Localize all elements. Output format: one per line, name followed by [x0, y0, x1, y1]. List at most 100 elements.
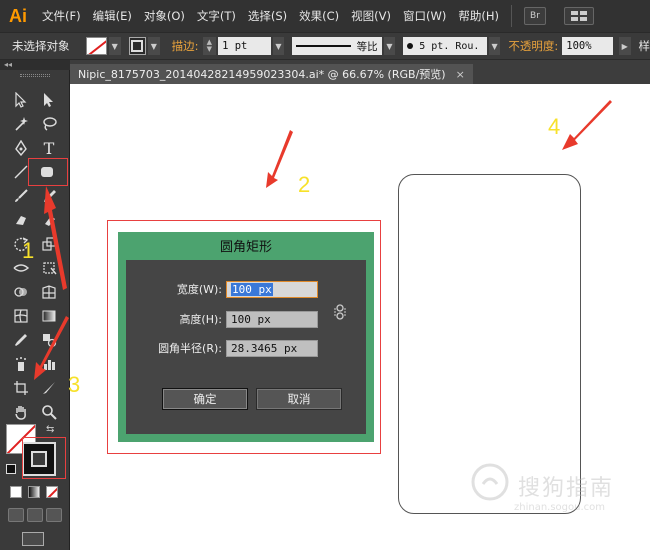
- stroke-weight-field[interactable]: 1 pt: [218, 37, 271, 55]
- color-mode-button[interactable]: [10, 486, 22, 498]
- perspective-grid-tool-icon[interactable]: [38, 282, 60, 302]
- line-style-label: 等比: [356, 40, 378, 53]
- menu-bar: Ai 文件(F) 编辑(E) 对象(O) 文字(T) 选择(S) 效果(C) 视…: [0, 0, 650, 32]
- style-label[interactable]: 样: [639, 38, 650, 54]
- bridge-button[interactable]: Br: [523, 7, 546, 25]
- brush-dot-icon: [407, 43, 414, 49]
- document-tab[interactable]: Nipic_8175703_20140428214959023304.ai* @…: [70, 64, 473, 84]
- opacity-label[interactable]: 不透明度:: [508, 38, 558, 54]
- step-number-2: 2: [298, 172, 311, 197]
- lasso-tool-icon[interactable]: [38, 114, 60, 134]
- step-number-1: 1: [22, 238, 35, 263]
- brush-definition[interactable]: 5 pt. Rou.: [403, 37, 487, 55]
- stroke-swatch[interactable]: [128, 37, 146, 55]
- rect-tool-highlight: [28, 158, 68, 186]
- swap-colors-icon[interactable]: ⇆: [46, 424, 58, 436]
- menu-help[interactable]: 帮助(H): [452, 8, 505, 24]
- eyedropper-tool-icon[interactable]: [10, 330, 32, 350]
- pencil-tool-icon[interactable]: [38, 186, 60, 206]
- fill-swatch[interactable]: [85, 37, 107, 55]
- default-colors-icon[interactable]: [6, 464, 16, 474]
- document-tab-bar: Nipic_8175703_20140428214959023304.ai* @…: [70, 60, 650, 84]
- sogou-logo-icon: [471, 463, 509, 501]
- menu-effect[interactable]: 效果(C): [293, 8, 345, 24]
- menu-separator: [510, 5, 512, 27]
- scale-tool-icon[interactable]: [38, 234, 60, 254]
- stroke-label[interactable]: 描边:: [172, 38, 199, 54]
- draw-normal-icon[interactable]: [8, 508, 24, 522]
- blend-tool-icon[interactable]: [38, 330, 60, 350]
- zoom-tool-icon[interactable]: [38, 402, 60, 422]
- watermark: 搜狗指南 zhinan.sogou.com: [470, 462, 650, 518]
- menu-file[interactable]: 文件(F): [36, 8, 87, 24]
- draw-behind-icon[interactable]: [27, 508, 43, 522]
- shape-builder-tool-icon[interactable]: [10, 282, 32, 302]
- height-label: 高度(H):: [179, 313, 222, 326]
- menu-type[interactable]: 文字(T): [191, 8, 242, 24]
- opacity-dropdown-icon[interactable]: ▶: [618, 37, 631, 55]
- artboard-canvas[interactable]: 圆角矩形 宽度(W): 100 px 高度(H): 100 px 圆角半径(R)…: [70, 84, 650, 550]
- menu-select[interactable]: 选择(S): [242, 8, 293, 24]
- variable-width-profile[interactable]: 等比: [292, 37, 382, 55]
- free-transform-tool-icon[interactable]: [38, 258, 60, 278]
- stroke-highlight: [22, 437, 66, 479]
- radius-label: 圆角半径(R):: [158, 342, 222, 355]
- tools-panel: ◂◂ T ⇆: [0, 60, 70, 550]
- rounded-rectangle-dialog: 圆角矩形 宽度(W): 100 px 高度(H): 100 px 圆角半径(R)…: [118, 232, 374, 442]
- direct-selection-tool-icon[interactable]: [38, 90, 60, 110]
- ok-button[interactable]: 确定: [162, 388, 248, 410]
- pen-tool-icon[interactable]: [10, 138, 32, 158]
- workspace-switcher-button[interactable]: [563, 7, 594, 25]
- brush-dropdown-icon[interactable]: ▼: [488, 37, 501, 55]
- menu-view[interactable]: 视图(V): [345, 8, 397, 24]
- control-bar: 未选择对象 ▼ ▼ 描边: ▲ ▼ 1 pt ▼ 等比 ▼ 5 pt. Rou. …: [0, 32, 650, 60]
- screen-mode-icon[interactable]: [22, 532, 44, 546]
- opacity-field[interactable]: 100%: [562, 37, 613, 55]
- symbol-sprayer-tool-icon[interactable]: [10, 354, 32, 374]
- stroke-weight-dropdown-icon[interactable]: ▼: [272, 37, 285, 55]
- menu-edit[interactable]: 编辑(E): [87, 8, 138, 24]
- stroke-dropdown-arrow-icon[interactable]: ▼: [148, 37, 160, 55]
- panel-collapse-icon[interactable]: ◂◂: [0, 60, 70, 70]
- gradient-mode-button[interactable]: [28, 486, 40, 498]
- column-graph-tool-icon[interactable]: [38, 354, 60, 374]
- panel-grip[interactable]: [20, 74, 50, 77]
- dialog-title: 圆角矩形: [219, 240, 272, 255]
- cancel-button[interactable]: 取消: [256, 388, 342, 410]
- draw-inside-icon[interactable]: [46, 508, 62, 522]
- height-field[interactable]: 100 px: [226, 310, 318, 328]
- fill-dropdown-arrow-icon[interactable]: ▼: [108, 37, 121, 55]
- slice-tool-icon[interactable]: [38, 378, 60, 398]
- document-title: Nipic_8175703_20140428214959023304.ai* @…: [78, 68, 446, 81]
- width-value: 100 px: [231, 282, 273, 296]
- radius-field[interactable]: 28.3465 px: [226, 339, 318, 357]
- width-field[interactable]: 100 px: [226, 280, 318, 298]
- height-row: 高度(H): 100 px: [126, 310, 366, 328]
- gradient-tool-icon[interactable]: [38, 306, 60, 326]
- paintbrush-tool-icon[interactable]: [10, 186, 32, 206]
- magic-wand-tool-icon[interactable]: [10, 114, 32, 134]
- app-logo: Ai: [9, 5, 27, 26]
- profile-dropdown-icon[interactable]: ▼: [383, 37, 396, 55]
- eraser-tool-icon[interactable]: [38, 210, 60, 230]
- selection-status: 未选择对象: [12, 39, 70, 53]
- watermark-text: 搜狗指南: [518, 476, 615, 501]
- artboard-tool-icon[interactable]: [10, 378, 32, 398]
- selection-tool-icon[interactable]: [10, 90, 32, 110]
- width-row: 宽度(W): 100 px: [126, 280, 366, 298]
- dialog-body: 宽度(W): 100 px 高度(H): 100 px 圆角半径(R): 28.…: [126, 260, 366, 434]
- stroke-weight-stepper[interactable]: ▲ ▼: [202, 37, 217, 55]
- menu-window[interactable]: 窗口(W): [397, 8, 452, 24]
- grid-icon: [570, 11, 587, 21]
- mesh-tool-icon[interactable]: [10, 306, 32, 326]
- menu-object[interactable]: 对象(O): [138, 8, 191, 24]
- width-label: 宽度(W):: [176, 283, 222, 296]
- type-tool-icon[interactable]: T: [38, 138, 60, 158]
- link-proportions-icon[interactable]: [334, 304, 348, 320]
- close-icon[interactable]: ×: [456, 68, 465, 81]
- hand-tool-icon[interactable]: [10, 402, 32, 422]
- blob-brush-tool-icon[interactable]: [10, 210, 32, 230]
- line-style-preview: [296, 45, 351, 47]
- step-number-4: 4: [548, 114, 561, 139]
- none-mode-button[interactable]: [46, 486, 58, 498]
